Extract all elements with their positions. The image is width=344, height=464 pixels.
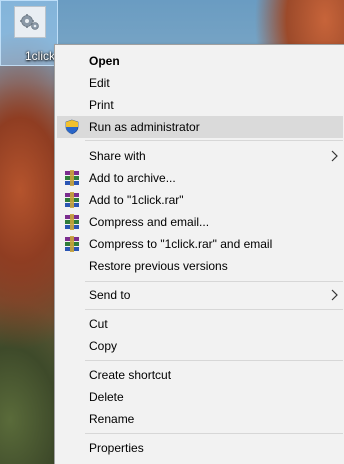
menu-item-create-shortcut[interactable]: Create shortcut xyxy=(57,364,343,386)
menu-item-label: Edit xyxy=(89,76,110,90)
desktop-background: 1click Open Edit Print Run as administra… xyxy=(0,0,344,464)
settings-file-icon xyxy=(14,6,46,38)
winrar-icon xyxy=(65,214,79,230)
menu-item-label: Print xyxy=(89,98,114,112)
menu-separator xyxy=(85,281,343,282)
menu-item-compress-and-email[interactable]: Compress and email... xyxy=(57,211,343,233)
chevron-right-icon xyxy=(331,289,338,301)
menu-item-add-to-archive[interactable]: Add to archive... xyxy=(57,167,343,189)
winrar-icon xyxy=(65,236,79,252)
desktop-file-1click[interactable]: 1click xyxy=(0,0,58,66)
menu-item-share-with[interactable]: Share with xyxy=(57,145,343,167)
winrar-icon xyxy=(65,170,79,186)
menu-item-label: Compress to "1click.rar" and email xyxy=(89,237,273,251)
menu-item-run-as-administrator[interactable]: Run as administrator xyxy=(57,116,343,138)
chevron-right-icon xyxy=(331,150,338,162)
menu-item-copy[interactable]: Copy xyxy=(57,335,343,357)
menu-item-label: Run as administrator xyxy=(89,120,200,134)
menu-separator xyxy=(85,433,343,434)
menu-item-label: Add to "1click.rar" xyxy=(89,193,184,207)
winrar-icon xyxy=(65,192,79,208)
menu-item-label: Rename xyxy=(89,412,135,426)
menu-separator xyxy=(85,360,343,361)
menu-item-label: Create shortcut xyxy=(89,368,172,382)
menu-item-compress-to-rar-and-email[interactable]: Compress to "1click.rar" and email xyxy=(57,233,343,255)
menu-item-delete[interactable]: Delete xyxy=(57,386,343,408)
menu-item-label: Delete xyxy=(89,390,124,404)
menu-item-open[interactable]: Open xyxy=(57,50,343,72)
menu-item-add-to-1click-rar[interactable]: Add to "1click.rar" xyxy=(57,189,343,211)
menu-item-properties[interactable]: Properties xyxy=(57,437,343,459)
menu-separator xyxy=(85,140,343,141)
menu-item-label: Add to archive... xyxy=(89,171,176,185)
menu-item-label: Restore previous versions xyxy=(89,259,228,273)
menu-item-edit[interactable]: Edit xyxy=(57,72,343,94)
uac-shield-icon xyxy=(65,119,79,135)
menu-item-label: Copy xyxy=(89,339,118,353)
desktop-file-label: 1click xyxy=(24,49,55,63)
menu-item-label: Open xyxy=(89,54,120,68)
menu-item-label: Send to xyxy=(89,288,131,302)
menu-item-label: Cut xyxy=(89,317,108,331)
menu-item-label: Compress and email... xyxy=(89,215,210,229)
menu-separator xyxy=(85,309,343,310)
menu-item-label: Share with xyxy=(89,149,146,163)
menu-item-print[interactable]: Print xyxy=(57,94,343,116)
menu-item-cut[interactable]: Cut xyxy=(57,313,343,335)
menu-item-send-to[interactable]: Send to xyxy=(57,284,343,306)
menu-item-restore-previous-versions[interactable]: Restore previous versions xyxy=(57,255,343,277)
menu-item-label: Properties xyxy=(89,441,144,455)
context-menu: Open Edit Print Run as administrator Sha… xyxy=(54,44,344,464)
menu-item-rename[interactable]: Rename xyxy=(57,408,343,430)
